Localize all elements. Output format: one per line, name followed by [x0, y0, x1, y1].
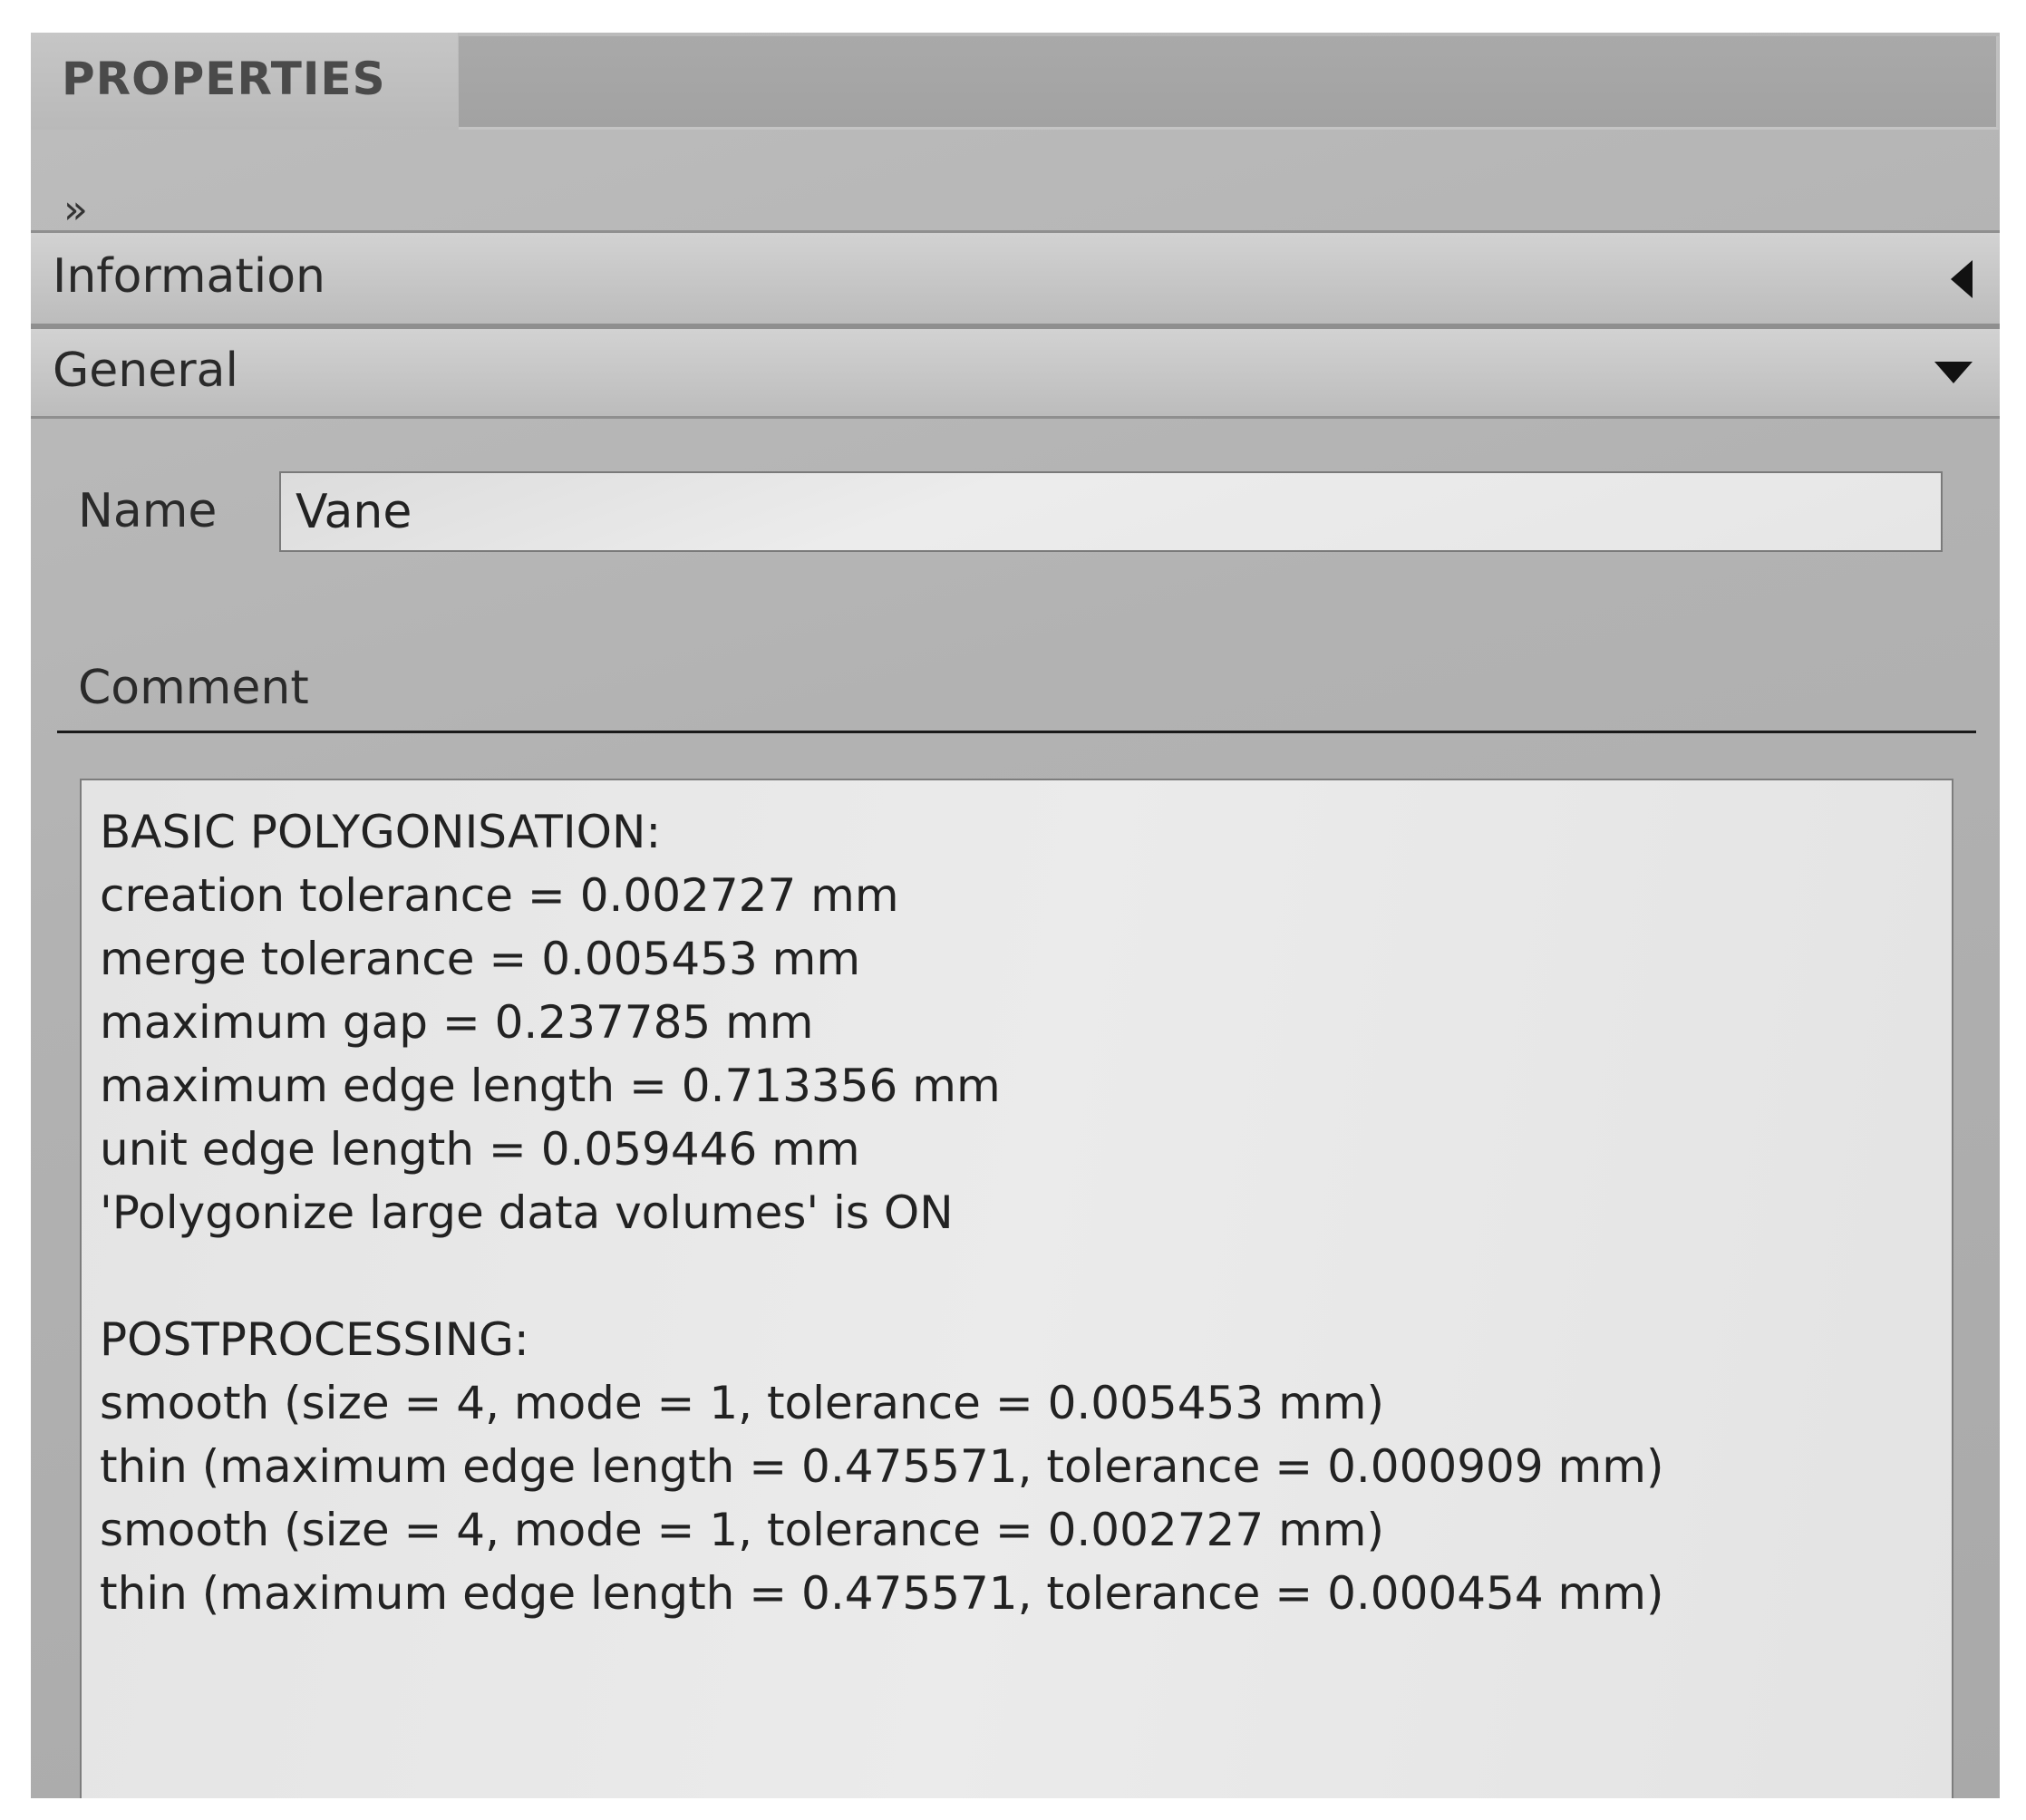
tab-bar — [459, 36, 1999, 130]
comment-line: BASIC POLYGONISATION: — [100, 806, 662, 858]
section-information[interactable]: Information — [31, 230, 2000, 326]
comment-line: maximum gap = 0.237785 mm — [100, 996, 814, 1049]
section-general-label: General — [53, 344, 238, 398]
tab-properties[interactable]: PROPERTIES — [31, 33, 458, 130]
comment-line: POSTPROCESSING: — [100, 1313, 529, 1366]
comment-line: smooth (size = 4, mode = 1, tolerance = … — [100, 1504, 1384, 1556]
expand-icon[interactable]: » — [63, 187, 88, 233]
name-input[interactable] — [279, 471, 1943, 552]
comment-divider — [57, 731, 1976, 733]
comment-line: smooth (size = 4, mode = 1, tolerance = … — [100, 1377, 1384, 1429]
comment-textarea[interactable]: BASIC POLYGONISATION: creation tolerance … — [80, 779, 1953, 1798]
caret-down-icon — [1934, 362, 1973, 383]
section-general[interactable]: General — [31, 326, 2000, 419]
name-label: Name — [78, 484, 218, 538]
caret-left-icon — [1951, 260, 1973, 298]
section-information-label: Information — [53, 249, 326, 304]
comment-line: creation tolerance = 0.002727 mm — [100, 869, 899, 922]
comment-line: 'Polygonize large data volumes' is ON — [100, 1186, 954, 1239]
tab-properties-label: PROPERTIES — [62, 53, 386, 105]
comment-label: Comment — [78, 661, 309, 715]
properties-panel: PROPERTIES » Information General Name Co… — [31, 33, 2000, 1798]
comment-line — [100, 1244, 1934, 1308]
comment-line: thin (maximum edge length = 0.475571, to… — [100, 1567, 1664, 1620]
comment-line: merge tolerance = 0.005453 mm — [100, 933, 861, 985]
comment-line: unit edge length = 0.059446 mm — [100, 1123, 860, 1176]
comment-line: thin (maximum edge length = 0.475571, to… — [100, 1440, 1664, 1493]
comment-line: maximum edge length = 0.713356 mm — [100, 1060, 1001, 1112]
